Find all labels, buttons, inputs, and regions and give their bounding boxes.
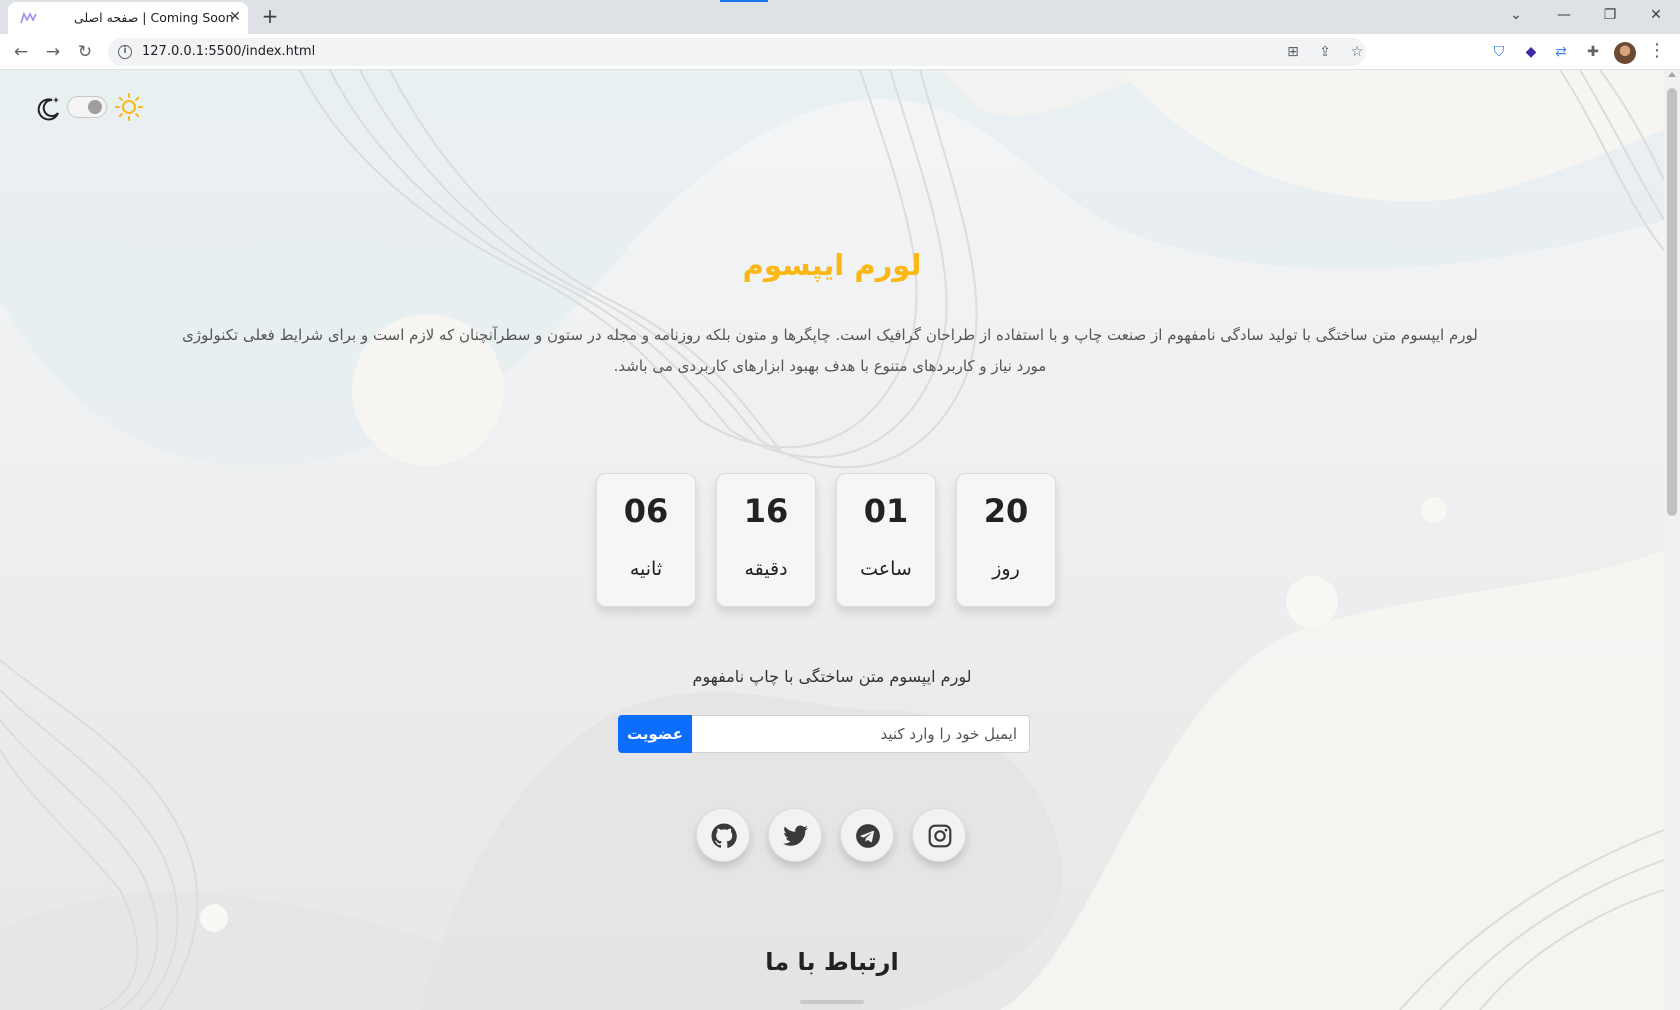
browser-tab[interactable]: صفحه اصلی | Coming Soon ✕ — [8, 2, 248, 34]
moon-icon[interactable] — [34, 94, 62, 122]
contact-divider — [800, 1000, 864, 1004]
new-tab-icon[interactable]: + — [258, 4, 282, 28]
shield-extension-icon[interactable]: ⛉ — [1488, 41, 1510, 63]
translate-icon[interactable]: ⊞ — [1284, 43, 1302, 61]
countdown-value: 01 — [863, 492, 909, 530]
minimize-icon[interactable]: — — [1548, 2, 1580, 28]
countdown-hours: 01 ساعت — [836, 473, 936, 607]
tab-search-icon[interactable]: ⌄ — [1500, 2, 1532, 28]
countdown-label: ثانیه — [629, 558, 663, 580]
browser-toolbar: ← → ↻ i 127.0.0.1:5500/index.html ⊞ ⇪ ☆ … — [0, 34, 1680, 70]
countdown-days: 20 روز — [956, 473, 1056, 607]
twitter-icon — [783, 825, 808, 846]
tab-accent-bar — [720, 0, 768, 2]
github-link[interactable] — [696, 808, 750, 862]
contact-title: ارتباط با ما — [765, 948, 899, 976]
extensions-puzzle-icon[interactable]: ✚ — [1582, 41, 1604, 63]
email-field[interactable] — [692, 715, 1030, 753]
extension-badge-icon[interactable]: ◆ — [1520, 41, 1542, 63]
browser-menu-icon[interactable]: ⋮ — [1648, 40, 1666, 64]
close-tab-icon[interactable]: ✕ — [226, 8, 244, 26]
subscribe-text: لورم ایپسوم متن ساختگی با چاپ نامفهوم — [692, 667, 972, 686]
subscribe-form: عضویت — [618, 715, 1030, 753]
bookmark-star-icon[interactable]: ☆ — [1348, 43, 1366, 61]
scrollbar-thumb[interactable] — [1667, 88, 1677, 516]
profile-avatar[interactable] — [1614, 42, 1636, 64]
countdown-value: 20 — [983, 492, 1029, 530]
close-window-icon[interactable]: ✕ — [1640, 2, 1672, 28]
theme-toggle[interactable] — [67, 96, 107, 118]
countdown-label: روز — [992, 558, 1020, 580]
countdown-label: دقیقه — [744, 558, 788, 580]
countdown-minutes: 16 دقیقه — [716, 473, 816, 607]
toggle-knob — [88, 100, 102, 114]
back-icon[interactable]: ← — [9, 40, 33, 64]
translate-extension-icon[interactable]: ⇄ — [1550, 41, 1572, 63]
tab-strip: صفحه اصلی | Coming Soon ✕ + ⌄ — ❐ ✕ — [0, 0, 1680, 34]
countdown-value: 16 — [743, 492, 789, 530]
scroll-up-icon[interactable] — [1668, 72, 1676, 77]
countdown-value: 06 — [623, 492, 669, 530]
countdown-label: ساعت — [860, 558, 912, 580]
page-viewport: لورم ایپسوم لورم ایپسوم متن ساختگی با تو… — [0, 70, 1664, 1010]
forward-icon[interactable]: → — [41, 40, 65, 64]
site-info-icon[interactable]: i — [118, 45, 132, 59]
tab-title: صفحه اصلی | Coming Soon — [74, 10, 234, 25]
url-text: 127.0.0.1:5500/index.html — [142, 44, 316, 59]
instagram-icon — [928, 824, 952, 848]
address-bar[interactable]: i 127.0.0.1:5500/index.html ⊞ ⇪ ☆ — [108, 38, 1366, 66]
site-favicon-icon — [20, 11, 37, 24]
sun-icon[interactable] — [114, 92, 144, 122]
twitter-link[interactable] — [768, 808, 822, 862]
page-title: لورم ایپسوم — [742, 248, 922, 282]
instagram-link[interactable] — [912, 808, 966, 862]
subscribe-button[interactable]: عضویت — [618, 715, 692, 753]
telegram-icon — [856, 824, 880, 848]
telegram-link[interactable] — [840, 808, 894, 862]
restore-icon[interactable]: ❐ — [1594, 2, 1626, 28]
page-description: لورم ایپسوم متن ساختگی با تولید سادگی نا… — [182, 326, 1478, 375]
countdown-seconds: 06 ثانیه — [596, 473, 696, 607]
github-icon — [711, 823, 737, 848]
reload-icon[interactable]: ↻ — [73, 40, 97, 64]
share-icon[interactable]: ⇪ — [1316, 43, 1334, 61]
page-scrollbar[interactable] — [1664, 70, 1680, 1010]
countdown-timer: 06 ثانیه 16 دقیقه 01 ساعت 20 روز — [596, 473, 1068, 607]
